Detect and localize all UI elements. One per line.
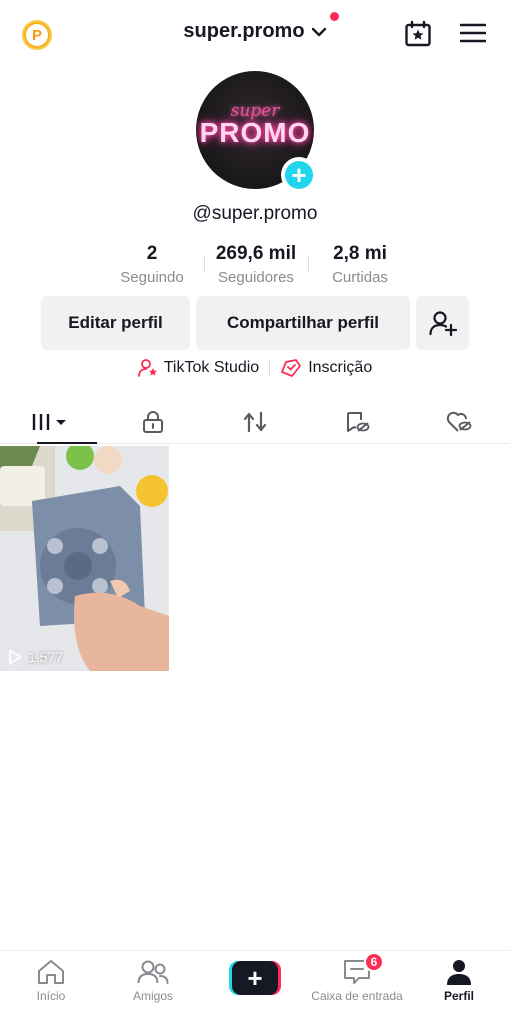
home-icon: [38, 960, 64, 984]
stat-following[interactable]: 2 Seguindo: [100, 243, 204, 287]
stat-followers[interactable]: 269,6 mil Seguidores: [204, 243, 308, 287]
profile-stats: 2 Seguindo 269,6 mil Seguidores 2,8 mi C…: [100, 243, 412, 287]
subscription-link[interactable]: Inscrição: [270, 358, 382, 378]
username-dropdown[interactable]: super.promo: [183, 12, 339, 43]
add-avatar-button[interactable]: +: [281, 157, 317, 193]
liked-hidden-icon: [446, 411, 472, 432]
username-label: super.promo: [183, 20, 305, 42]
nav-friends-label: Amigos: [132, 989, 173, 1003]
stat-label: Seguidores: [218, 269, 294, 286]
top-bar: P super.promo: [0, 0, 510, 66]
calendar-star-icon[interactable]: [404, 20, 432, 48]
video-thumbnail[interactable]: 1.577: [0, 446, 169, 671]
creator-icon: [137, 359, 157, 377]
stat-value: 2,8 mi: [333, 243, 387, 264]
nav-inbox[interactable]: Caixa de entrada: [306, 951, 408, 1010]
inbox-badge: 6: [364, 952, 384, 972]
tab-reposts[interactable]: [204, 400, 306, 443]
profile-handle: @super.promo: [192, 203, 318, 224]
share-profile-button[interactable]: Compartilhar perfil: [196, 296, 410, 350]
stat-value: 2: [146, 243, 158, 264]
add-user-icon: [428, 311, 457, 336]
videos-grid-icon: [32, 413, 66, 430]
tiktok-studio-label: TikTok Studio: [163, 359, 260, 376]
chevron-down-icon: [311, 27, 326, 36]
profile-icon: [447, 960, 471, 985]
profile-tabs: [0, 400, 510, 444]
plus-icon: +: [232, 961, 278, 995]
nav-home[interactable]: Início: [0, 951, 102, 1010]
nav-profile-label: Perfil: [443, 989, 474, 1003]
video-preview-image: [0, 446, 169, 671]
hidden-bookmark-icon: [347, 411, 370, 432]
plus-icon: +: [285, 161, 313, 189]
nav-profile[interactable]: Perfil: [408, 951, 510, 1010]
stat-label: Curtidas: [332, 269, 388, 286]
subscription-icon: [281, 359, 302, 377]
stat-value: 269,6 mil: [215, 243, 297, 264]
play-count: 1.577: [8, 649, 63, 665]
nav-home-label: Início: [36, 989, 66, 1003]
nav-friends[interactable]: Amigos: [102, 951, 204, 1010]
edit-profile-button[interactable]: Editar perfil: [41, 296, 190, 350]
menu-icon[interactable]: [460, 22, 486, 44]
tab-private[interactable]: [102, 400, 204, 443]
subscription-label: Inscrição: [308, 359, 373, 376]
play-icon: [9, 649, 22, 665]
tiktok-studio-link[interactable]: TikTok Studio: [128, 358, 269, 378]
repost-icon: [243, 411, 267, 432]
nav-create[interactable]: +: [204, 951, 306, 1010]
create-button[interactable]: +: [229, 961, 281, 995]
tab-videos[interactable]: [0, 400, 102, 444]
add-friend-button[interactable]: [416, 296, 469, 350]
profile-links: TikTok Studio Inscrição: [0, 358, 510, 378]
nav-inbox-label: Caixa de entrada: [311, 989, 403, 1003]
lock-icon: [143, 410, 163, 433]
friends-icon: [137, 960, 169, 984]
stat-label: Seguindo: [120, 269, 184, 286]
bottom-nav: Início Amigos + Caixa de entrada Perfil: [0, 950, 510, 1010]
stat-likes[interactable]: 2,8 mi Curtidas: [308, 243, 412, 287]
tab-saved-hidden[interactable]: [306, 400, 408, 443]
notification-dot: [329, 12, 339, 21]
play-count-value: 1.577: [28, 649, 64, 665]
account-switcher: super.promo: [0, 12, 510, 43]
avatar-logo-promo: PROMO: [199, 117, 311, 148]
tab-liked-hidden[interactable]: [408, 400, 510, 443]
